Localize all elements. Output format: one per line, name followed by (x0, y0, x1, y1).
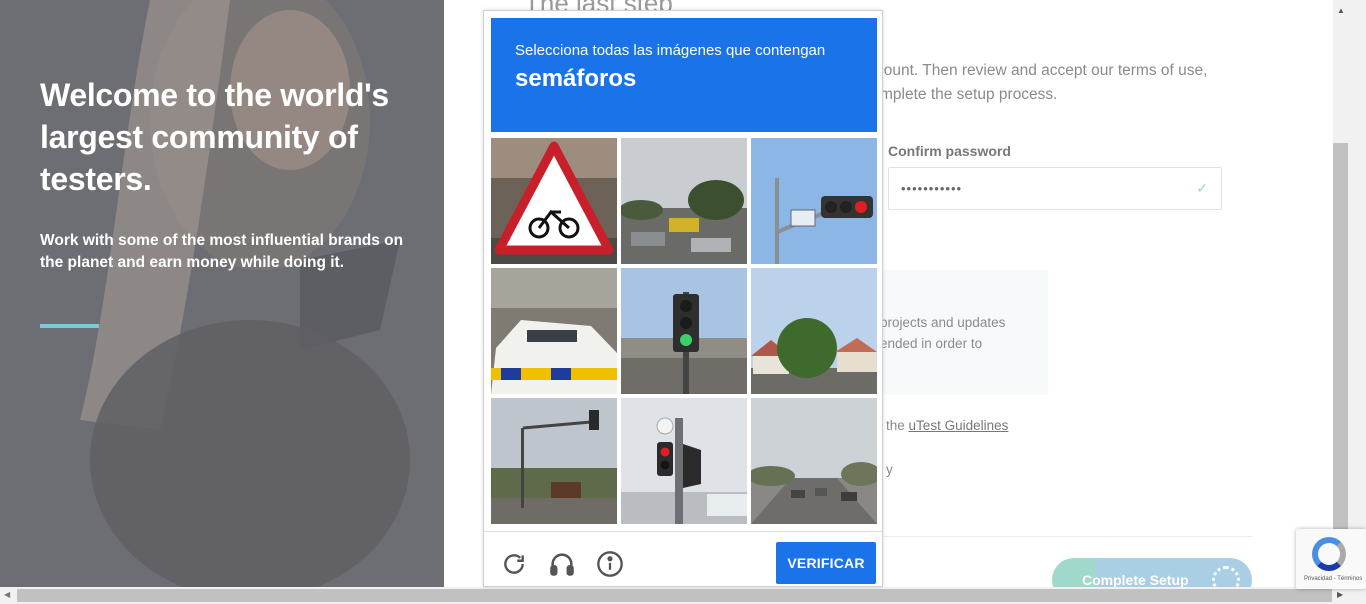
guidelines-prefix: the (886, 418, 905, 433)
traffic-light-red-close-photo (621, 398, 747, 524)
traffic-light-green-photo (621, 268, 747, 394)
captcha-challenge-dialog: Selecciona todas las imágenes que conten… (483, 10, 883, 587)
checkmark-icon: ✓ (1196, 180, 1209, 196)
confirm-password-value: ••••••••••• (901, 181, 963, 196)
recaptcha-logo-icon (1312, 537, 1346, 571)
vertical-scroll-thumb[interactable] (1333, 143, 1348, 587)
captcha-tile-5[interactable] (621, 268, 747, 394)
captcha-keyword: semáforos (515, 65, 637, 92)
hero-panel: Welcome to the world's largest community… (0, 0, 444, 587)
reload-icon[interactable] (500, 550, 528, 578)
horizontal-scrollbar[interactable]: ◀ ▶ (0, 587, 1366, 604)
info-line-2: ended in order to (880, 336, 983, 351)
recaptcha-privacy-terms[interactable]: Privacidad - Términos (1304, 576, 1362, 582)
horizontal-scroll-thumb[interactable] (17, 589, 1332, 602)
verify-button[interactable]: VERIFICAR (776, 542, 876, 584)
captcha-instruction: Selecciona todas las imágenes que conten… (515, 42, 826, 59)
divider (884, 536, 1252, 537)
hero-subtitle: Work with some of the most influential b… (40, 232, 404, 271)
recaptcha-badge[interactable]: Privacidad - Términos (1296, 529, 1366, 589)
street-cars-photo (621, 138, 747, 264)
guidelines-text: the uTest Guidelines (886, 418, 1008, 433)
captcha-tile-1[interactable] (491, 138, 617, 264)
captcha-tile-8[interactable] (621, 398, 747, 524)
captcha-footer: VERIFICAR (484, 531, 882, 587)
captcha-tile-6[interactable] (751, 268, 877, 394)
captcha-tile-7[interactable] (491, 398, 617, 524)
policy-link-fragment[interactable]: y (886, 462, 893, 477)
info-line-1: projects and updates (880, 315, 1006, 330)
scroll-up-arrow-icon[interactable]: ▲ (1337, 6, 1345, 15)
police-car-photo (491, 268, 617, 394)
confirm-password-label: Confirm password (888, 143, 1011, 159)
complete-setup-label: Complete Setup (1082, 572, 1189, 588)
utest-guidelines-link[interactable]: uTest Guidelines (909, 418, 1009, 433)
captcha-tile-9[interactable] (751, 398, 877, 524)
hero-accent-rule (40, 324, 99, 328)
captcha-tile-4[interactable] (491, 268, 617, 394)
info-text: projects and updates ended in order to (880, 312, 1050, 354)
captcha-header: Selecciona todas las imágenes que conten… (491, 18, 877, 132)
hero-title: Welcome to the world's largest community… (40, 77, 389, 197)
highway-cars-photo (751, 398, 877, 524)
traffic-light-pole-photo (491, 398, 617, 524)
captcha-tile-2[interactable] (621, 138, 747, 264)
scroll-left-arrow-icon[interactable]: ◀ (4, 590, 10, 599)
audio-challenge-icon[interactable] (548, 550, 576, 578)
bicycle-warning-sign-photo (491, 138, 617, 264)
info-icon[interactable] (596, 550, 624, 578)
traffic-light-red-photo (751, 138, 877, 264)
confirm-password-field[interactable]: ••••••••••• ✓ (888, 167, 1222, 210)
vertical-scrollbar[interactable]: ▲ (1333, 0, 1366, 587)
scroll-right-arrow-icon[interactable]: ▶ (1337, 590, 1343, 599)
captcha-tile-3[interactable] (751, 138, 877, 264)
captcha-image-grid (491, 138, 877, 524)
houses-trees-photo (751, 268, 877, 394)
